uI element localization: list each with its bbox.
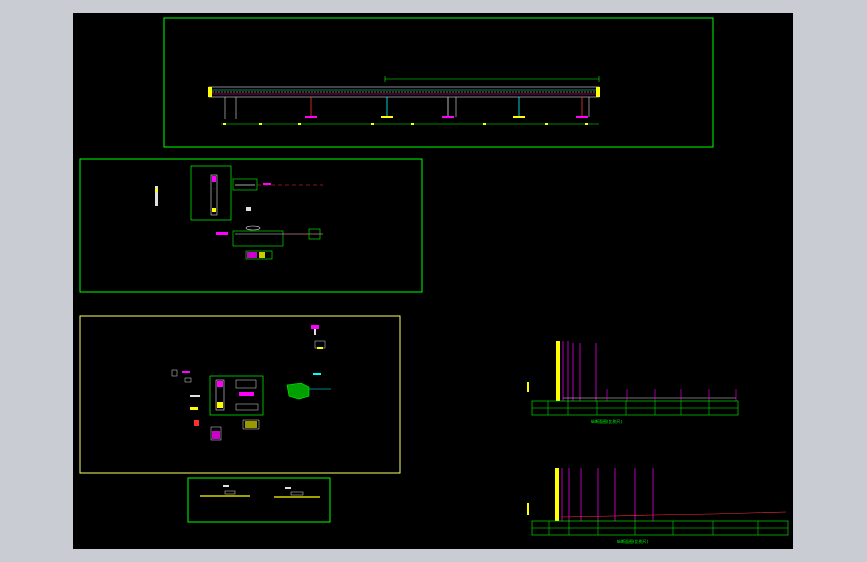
profile-chart-2[interactable]: 纵断面图(比例尺): [527, 468, 789, 544]
drawing-canvas[interactable]: 纵断面图(比例尺) 纵断面图(比例尺): [73, 13, 793, 549]
profile-caption: 纵断面图(比例尺): [617, 538, 649, 544]
sheet-frame: [187, 477, 331, 523]
profile-caption: 纵断面图(比例尺): [591, 418, 623, 424]
sheet-detail-a[interactable]: [79, 158, 423, 293]
sheet-section-strip[interactable]: [187, 477, 331, 523]
sheet-detail-b[interactable]: [79, 315, 401, 474]
sheet-frame: [163, 17, 714, 148]
sheet-elevation[interactable]: [163, 17, 714, 148]
cad-drawing: 纵断面图(比例尺) 纵断面图(比例尺): [79, 17, 789, 544]
profile-chart-1[interactable]: 纵断面图(比例尺): [527, 341, 739, 424]
